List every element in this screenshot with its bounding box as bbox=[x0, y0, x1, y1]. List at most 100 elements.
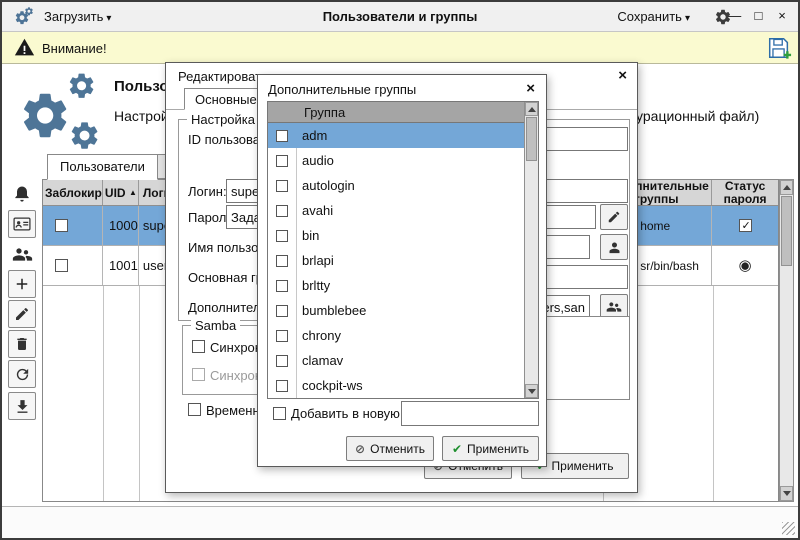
samba-sync-checkbox[interactable] bbox=[192, 340, 205, 353]
minimize-button[interactable]: — bbox=[727, 8, 743, 23]
users-icon bbox=[606, 299, 622, 315]
delete-user-button[interactable] bbox=[8, 330, 36, 358]
group-checkbox[interactable] bbox=[276, 230, 288, 242]
close-icon[interactable]: × bbox=[526, 80, 535, 97]
group-name: avahi bbox=[302, 203, 333, 218]
group-checkbox[interactable] bbox=[276, 155, 288, 167]
column-header-password-status[interactable]: Статус пароля bbox=[712, 180, 778, 205]
group-name: bumblebee bbox=[302, 303, 366, 318]
grid-line bbox=[139, 286, 140, 501]
apply-label: Применить bbox=[467, 442, 529, 456]
group-row[interactable]: bumblebee bbox=[268, 298, 538, 323]
window-controls: — □ × bbox=[723, 8, 790, 23]
password-status-radio-icon: ◉ bbox=[739, 258, 752, 273]
column-header-locked[interactable]: Заблокирован bbox=[43, 180, 103, 205]
uid-cell: 1001 bbox=[103, 246, 139, 285]
group-row[interactable]: brlapi bbox=[268, 248, 538, 273]
add-to-new-label: Добавить в новую: bbox=[291, 406, 403, 421]
grid-line bbox=[713, 286, 714, 501]
group-name: audio bbox=[302, 153, 334, 168]
group-name: bin bbox=[302, 228, 319, 243]
close-icon[interactable]: × bbox=[618, 67, 627, 84]
group-checkbox[interactable] bbox=[276, 280, 288, 292]
group-checkbox[interactable] bbox=[276, 330, 288, 342]
scroll-up-arrow[interactable] bbox=[780, 180, 793, 195]
id-card-icon[interactable] bbox=[8, 210, 36, 238]
group-checkbox[interactable] bbox=[276, 130, 288, 142]
group-name: adm bbox=[302, 128, 327, 143]
table-scrollbar[interactable] bbox=[779, 179, 794, 502]
refresh-button[interactable] bbox=[8, 360, 36, 388]
add-to-new-checkbox[interactable] bbox=[273, 407, 286, 420]
resize-grip[interactable] bbox=[782, 522, 795, 535]
chevron-down-icon: ▾ bbox=[685, 13, 690, 24]
group-checkbox[interactable] bbox=[276, 355, 288, 367]
group-row[interactable]: autologin bbox=[268, 173, 538, 198]
warning-bar: Внимание! bbox=[2, 32, 798, 64]
sort-asc-icon: ▲ bbox=[129, 188, 137, 197]
temporary-checkbox[interactable] bbox=[188, 403, 201, 416]
save-file-icon[interactable] bbox=[766, 35, 792, 61]
save-menu-button[interactable]: Сохранить▾ bbox=[617, 9, 690, 24]
scroll-up-arrow[interactable] bbox=[525, 102, 538, 116]
group-name: cockpit-ws bbox=[302, 378, 363, 393]
group-checkbox[interactable] bbox=[276, 180, 288, 192]
groups-scrollbar[interactable] bbox=[524, 102, 538, 398]
group-row[interactable]: brltty bbox=[268, 273, 538, 298]
group-row[interactable]: avahi bbox=[268, 198, 538, 223]
scrollbar-thumb[interactable] bbox=[526, 117, 537, 161]
samba-sync2-checkbox[interactable] bbox=[192, 368, 205, 381]
person-icon bbox=[607, 240, 622, 255]
additional-groups-dialog: Дополнительные группы × Группа adm audio… bbox=[257, 74, 547, 467]
close-button[interactable]: × bbox=[774, 8, 790, 23]
group-row[interactable]: bin bbox=[268, 223, 538, 248]
groups-list-header: Группа bbox=[268, 102, 538, 123]
group-checkbox[interactable] bbox=[276, 255, 288, 267]
group-row[interactable]: clamav bbox=[268, 348, 538, 373]
check-icon: ✔ bbox=[452, 442, 462, 456]
column-header-uid[interactable]: UID ▲ bbox=[103, 180, 139, 205]
scroll-down-arrow[interactable] bbox=[780, 486, 793, 501]
locked-checkbox[interactable] bbox=[55, 259, 68, 272]
samba-legend: Samba bbox=[191, 318, 240, 333]
login-label: Логин: bbox=[188, 184, 227, 199]
maximize-button[interactable]: □ bbox=[750, 8, 766, 23]
group-checkbox[interactable] bbox=[276, 305, 288, 317]
titlebar: Загрузить▾ Пользователи и группы Сохрани… bbox=[2, 2, 798, 32]
edit-user-button[interactable] bbox=[8, 300, 36, 328]
scrollbar-thumb[interactable] bbox=[781, 196, 792, 266]
group-checkbox[interactable] bbox=[276, 380, 288, 392]
group-checkbox[interactable] bbox=[276, 205, 288, 217]
users-icon[interactable] bbox=[8, 240, 36, 268]
group-column-header: Группа bbox=[304, 105, 345, 120]
apply-label: Применить bbox=[552, 459, 614, 473]
cancel-button[interactable]: ⊘ Отменить bbox=[346, 436, 434, 461]
cancel-icon: ⊘ bbox=[355, 442, 365, 456]
bell-icon[interactable] bbox=[8, 180, 36, 208]
app-window: Загрузить▾ Пользователи и группы Сохрани… bbox=[0, 0, 800, 540]
group-row[interactable]: cockpit-ws bbox=[268, 373, 538, 398]
grid-line bbox=[103, 286, 104, 501]
locked-checkbox[interactable] bbox=[55, 219, 68, 232]
tab-users[interactable]: Пользователи bbox=[47, 154, 158, 180]
group-row[interactable]: audio bbox=[268, 148, 538, 173]
warning-text: Внимание! bbox=[42, 41, 107, 56]
group-row[interactable]: chrony bbox=[268, 323, 538, 348]
group-name: brltty bbox=[302, 278, 330, 293]
tab-main[interactable]: Основные bbox=[184, 88, 268, 110]
add-user-button[interactable] bbox=[8, 270, 36, 298]
edit-password-button[interactable] bbox=[600, 204, 628, 230]
pick-user-button[interactable] bbox=[600, 234, 628, 260]
uid-header-label: UID bbox=[105, 186, 126, 200]
scroll-down-arrow[interactable] bbox=[525, 384, 538, 398]
dialog-title: Дополнительные группы bbox=[268, 82, 416, 97]
uid-cell: 1000 bbox=[103, 206, 139, 245]
apply-button[interactable]: ✔ Применить bbox=[442, 436, 539, 461]
group-row[interactable]: adm bbox=[268, 123, 538, 148]
group-name: chrony bbox=[302, 328, 341, 343]
download-button[interactable] bbox=[8, 392, 36, 420]
new-group-input[interactable] bbox=[401, 401, 539, 426]
status-bar bbox=[2, 506, 798, 538]
group-name: clamav bbox=[302, 353, 343, 368]
password-status-checkbox[interactable] bbox=[739, 219, 752, 232]
